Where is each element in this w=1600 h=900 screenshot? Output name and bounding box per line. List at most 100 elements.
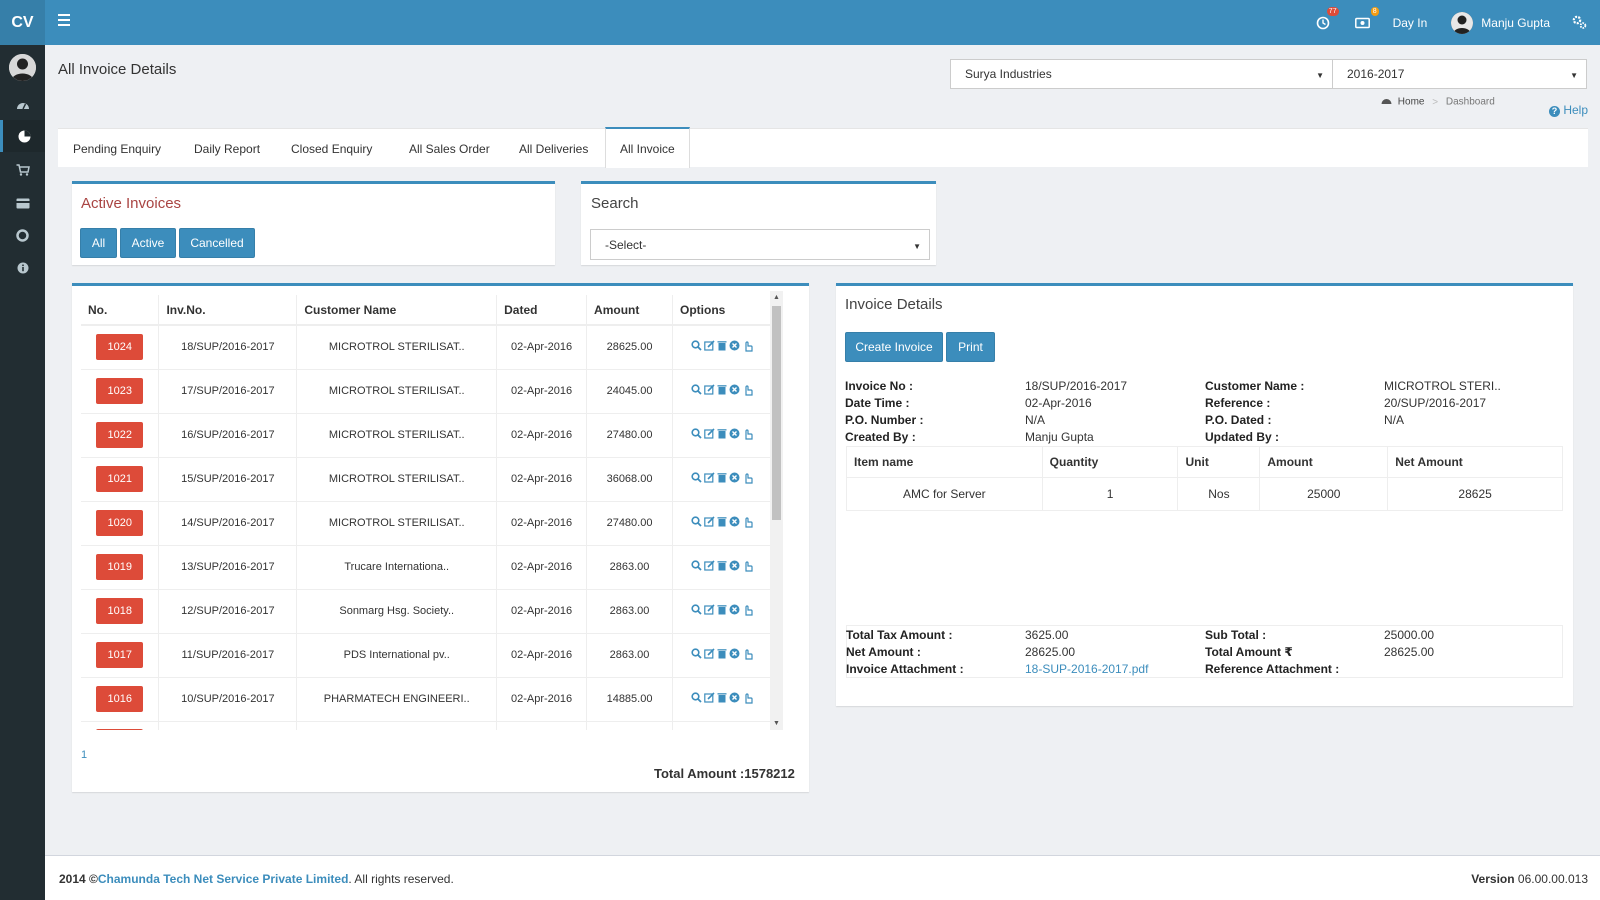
table-scrollbar[interactable]: ▲ ▼ [770, 291, 783, 730]
sidebar-item-support[interactable] [0, 219, 45, 251]
filter-all-button[interactable]: All [80, 228, 117, 258]
view-icon[interactable] [690, 516, 702, 530]
select-hand-icon[interactable] [742, 472, 753, 487]
view-icon[interactable] [690, 340, 702, 354]
edit-icon[interactable] [703, 516, 715, 530]
pagination-page-link[interactable]: 1 [81, 749, 87, 761]
view-icon[interactable] [690, 384, 702, 398]
cancel-icon[interactable] [729, 648, 740, 662]
view-icon[interactable] [690, 692, 702, 706]
delete-icon[interactable] [717, 648, 727, 662]
scroll-down-icon[interactable]: ▼ [773, 720, 780, 727]
tab-all-sales-order[interactable]: All Sales Order [409, 129, 490, 168]
table-row[interactable]: 1018 12/SUP/2016-2017 Sonmarg Hsg. Society… [81, 589, 771, 634]
edit-icon[interactable] [703, 340, 715, 354]
col-no[interactable]: No. [81, 295, 160, 326]
search-select[interactable]: -Select- ▼ [590, 229, 930, 260]
col-inv-no[interactable]: Inv.No. [158, 295, 298, 326]
table-row[interactable]: 1021 15/SUP/2016-2017 MICROTROL STERILISAT… [81, 457, 771, 502]
cancel-icon[interactable] [729, 428, 740, 442]
invoice-number-button[interactable]: 1020 [96, 510, 144, 536]
invoice-number-button[interactable]: 1018 [96, 598, 144, 624]
select-hand-icon[interactable] [742, 516, 753, 531]
select-hand-icon[interactable] [742, 560, 753, 575]
invoice-attachment-link[interactable]: 18-SUP-2016-2017.pdf [1025, 662, 1148, 676]
cancel-icon[interactable] [729, 516, 740, 530]
table-row[interactable]: 1023 17/SUP/2016-2017 MICROTROL STERILISAT… [81, 369, 771, 414]
day-in-button[interactable]: Day In [1393, 16, 1428, 30]
delete-icon[interactable] [717, 428, 727, 442]
tab-closed-enquiry[interactable]: Closed Enquiry [291, 129, 372, 168]
select-hand-icon[interactable] [742, 384, 753, 399]
invoice-number-button[interactable]: 1019 [96, 554, 144, 580]
menu-toggle-icon[interactable] [58, 14, 70, 26]
tab-all-invoice[interactable]: All Invoice [605, 127, 690, 168]
alerts-icon[interactable]: 77 [1313, 6, 1339, 33]
sidebar-item-dashboard[interactable] [0, 89, 45, 121]
view-icon[interactable] [690, 428, 702, 442]
tab-daily-report[interactable]: Daily Report [194, 129, 260, 168]
money-icon[interactable]: 8 [1353, 6, 1379, 33]
company-select[interactable]: Surya Industries ▼ [950, 59, 1333, 89]
sidebar-item-info[interactable] [0, 252, 45, 284]
invoice-number-button[interactable]: 1016 [96, 686, 144, 712]
company-link[interactable]: Chamunda Tech Net Service Private Limite… [98, 872, 349, 886]
cancel-icon[interactable] [729, 692, 740, 706]
cancel-icon[interactable] [729, 604, 740, 618]
scroll-up-icon[interactable]: ▲ [773, 294, 780, 301]
table-row[interactable]: 1024 18/SUP/2016-2017 MICROTROL STERILISAT… [81, 325, 771, 370]
edit-icon[interactable] [703, 428, 715, 442]
table-row[interactable]: 1017 11/SUP/2016-2017 PDS International pv… [81, 633, 771, 678]
col-dated[interactable]: Dated [496, 295, 588, 326]
table-row[interactable]: 1019 13/SUP/2016-2017 Trucare Internationa… [81, 545, 771, 590]
app-logo[interactable]: CV [0, 0, 45, 45]
invoice-number-button[interactable]: 1021 [96, 466, 144, 492]
select-hand-icon[interactable] [742, 428, 753, 443]
scrollbar-thumb[interactable] [772, 306, 781, 520]
delete-icon[interactable] [717, 340, 727, 354]
print-button[interactable]: Print [946, 332, 995, 362]
select-hand-icon[interactable] [742, 340, 753, 355]
cancel-icon[interactable] [729, 340, 740, 354]
create-invoice-button[interactable]: Create Invoice [845, 332, 943, 362]
edit-icon[interactable] [703, 472, 715, 486]
tab-pending-enquiry[interactable]: Pending Enquiry [73, 129, 161, 168]
invoice-number-button[interactable]: 1022 [96, 422, 144, 448]
help-link[interactable]: ? Help [1548, 103, 1588, 117]
settings-gears-icon[interactable] [1570, 13, 1590, 33]
invoice-number-button[interactable]: 1024 [96, 334, 144, 361]
filter-cancelled-button[interactable]: Cancelled [179, 228, 255, 258]
edit-icon[interactable] [703, 560, 715, 574]
view-icon[interactable] [690, 604, 702, 618]
edit-icon[interactable] [703, 648, 715, 662]
col-amount[interactable]: Amount [586, 295, 673, 326]
table-row[interactable]: 1022 16/SUP/2016-2017 MICROTROL STERILISAT… [81, 413, 771, 458]
view-icon[interactable] [690, 472, 702, 486]
cancel-icon[interactable] [729, 472, 740, 486]
select-hand-icon[interactable] [742, 692, 753, 707]
sidebar-item-payments[interactable] [0, 187, 45, 219]
sidebar-item-cart[interactable] [0, 154, 45, 186]
delete-icon[interactable] [717, 384, 727, 398]
col-customer-name[interactable]: Customer Name [296, 295, 498, 326]
select-hand-icon[interactable] [742, 604, 753, 619]
sidebar-item-reports[interactable] [0, 120, 45, 152]
cancel-icon[interactable] [729, 560, 740, 574]
cancel-icon[interactable] [729, 384, 740, 398]
view-icon[interactable] [690, 648, 702, 662]
invoice-number-button[interactable]: 1023 [96, 378, 144, 404]
delete-icon[interactable] [717, 604, 727, 618]
tab-all-deliveries[interactable]: All Deliveries [519, 129, 588, 168]
delete-icon[interactable] [717, 516, 727, 530]
select-hand-icon[interactable] [742, 648, 753, 663]
delete-icon[interactable] [717, 692, 727, 706]
edit-icon[interactable] [703, 384, 715, 398]
edit-icon[interactable] [703, 604, 715, 618]
breadcrumb-home[interactable]: Home [1398, 97, 1425, 108]
user-menu[interactable]: Manju Gupta [1451, 11, 1550, 34]
edit-icon[interactable] [703, 692, 715, 706]
delete-icon[interactable] [717, 472, 727, 486]
table-row[interactable]: 1016 10/SUP/2016-2017 PHARMATECH ENGINEERI… [81, 677, 771, 722]
invoice-number-button[interactable]: 1017 [96, 642, 144, 668]
delete-icon[interactable] [717, 560, 727, 574]
